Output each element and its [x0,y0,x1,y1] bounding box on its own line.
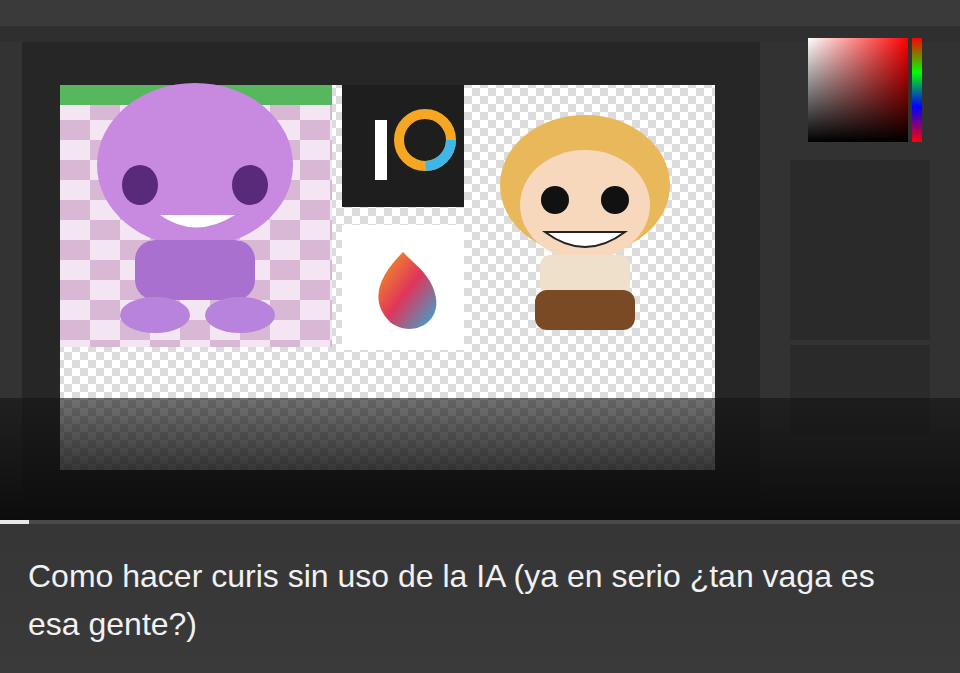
video-card: Como hacer curis sin uso de la IA (ya en… [0,0,960,673]
video-title[interactable]: Como hacer curis sin uso de la IA (ya en… [28,552,920,648]
video-thumbnail[interactable] [0,0,960,520]
progress-fill [0,520,29,524]
video-progress[interactable] [0,520,960,524]
video-info: Como hacer curis sin uso de la IA (ya en… [0,524,960,673]
